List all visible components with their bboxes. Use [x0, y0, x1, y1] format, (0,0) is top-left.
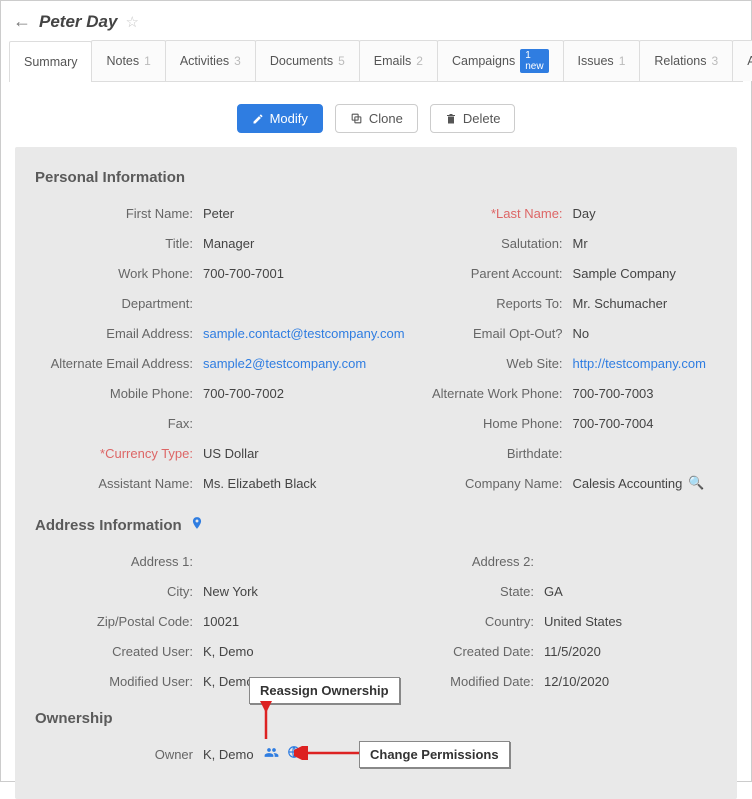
last-name-label: *Last Name:	[405, 206, 573, 221]
zip-value: 10021	[203, 614, 239, 629]
zip-label: Zip/Postal Code:	[35, 614, 203, 629]
tab-documents[interactable]: Documents5	[255, 40, 360, 81]
email-label: Email Address:	[35, 326, 203, 341]
tab-relations[interactable]: Relations3	[639, 40, 733, 81]
state-label: State:	[376, 584, 544, 599]
mobile-value: 700-700-7002	[203, 386, 284, 401]
address1-label: Address 1:	[35, 554, 203, 569]
arrow-reassign-icon	[256, 701, 276, 746]
work-phone-label: Work Phone:	[35, 266, 203, 281]
pencil-icon	[252, 113, 264, 125]
parent-account-value: Sample Company	[573, 266, 676, 281]
email-value[interactable]: sample.contact@testcompany.com	[203, 326, 405, 341]
owner-value: K, Demo	[203, 747, 254, 762]
tab-all[interactable]: All	[732, 40, 752, 81]
fax-label: Fax:	[35, 416, 203, 431]
created-user-label: Created User:	[35, 644, 203, 659]
callout-permissions: Change Permissions	[359, 741, 510, 768]
work-phone-value: 700-700-7001	[203, 266, 284, 281]
arrow-permissions-icon	[294, 746, 364, 760]
copy-icon	[350, 112, 363, 125]
home-phone-label: Home Phone:	[405, 416, 573, 431]
reports-to-label: Reports To:	[405, 296, 573, 311]
company-search-icon[interactable]: 🔍	[688, 475, 704, 491]
first-name-value: Peter	[203, 206, 234, 221]
modified-user-label: Modified User:	[35, 674, 203, 689]
tab-notes[interactable]: Notes1	[91, 40, 165, 81]
tab-emails[interactable]: Emails2	[359, 40, 438, 81]
reports-to-value: Mr. Schumacher	[573, 296, 668, 311]
callout-reassign: Reassign Ownership	[249, 677, 400, 704]
company-value: Calesis Accounting	[573, 476, 683, 491]
alt-email-label: Alternate Email Address:	[35, 356, 203, 371]
page-title: Peter Day	[39, 12, 117, 32]
clone-button[interactable]: Clone	[335, 104, 418, 133]
tab-summary[interactable]: Summary	[9, 41, 92, 82]
section-personal-title: Personal Information	[35, 169, 717, 186]
title-label: Title:	[35, 236, 203, 251]
modify-button[interactable]: Modify	[237, 104, 323, 133]
birthdate-label: Birthdate:	[405, 446, 573, 461]
address2-label: Address 2:	[376, 554, 544, 569]
home-phone-value: 700-700-7004	[573, 416, 654, 431]
first-name-label: First Name:	[35, 206, 203, 221]
created-user-value: K, Demo	[203, 644, 254, 659]
mobile-label: Mobile Phone:	[35, 386, 203, 401]
created-date-value: 11/5/2020	[544, 644, 601, 659]
city-label: City:	[35, 584, 203, 599]
last-name-value: Day	[573, 206, 596, 221]
alt-work-phone-label: Alternate Work Phone:	[405, 386, 573, 401]
alt-work-phone-value: 700-700-7003	[573, 386, 654, 401]
parent-account-label: Parent Account:	[405, 266, 573, 281]
currency-value: US Dollar	[203, 446, 259, 461]
created-date-label: Created Date:	[376, 644, 544, 659]
state-value: GA	[544, 584, 563, 599]
department-label: Department:	[35, 296, 203, 311]
website-label: Web Site:	[405, 356, 573, 371]
owner-label: Owner	[35, 747, 203, 762]
modified-date-label: Modified Date:	[376, 674, 544, 689]
action-bar: Modify Clone Delete	[1, 82, 751, 147]
tab-campaigns[interactable]: Campaigns1 new	[437, 40, 564, 81]
city-value: New York	[203, 584, 258, 599]
favorite-star-icon[interactable]: ☆	[125, 13, 138, 31]
website-value[interactable]: http://testcompany.com	[573, 356, 706, 371]
section-ownership-title: Ownership	[35, 710, 717, 727]
tab-activities[interactable]: Activities3	[165, 40, 256, 81]
reassign-ownership-icon[interactable]	[264, 745, 279, 763]
assistant-label: Assistant Name:	[35, 476, 203, 491]
country-value: United States	[544, 614, 622, 629]
currency-label: *Currency Type:	[35, 446, 203, 461]
map-pin-icon[interactable]	[190, 516, 204, 534]
company-label: Company Name:	[405, 476, 573, 491]
assistant-value: Ms. Elizabeth Black	[203, 476, 316, 491]
modified-date-value: 12/10/2020	[544, 674, 609, 689]
delete-button[interactable]: Delete	[430, 104, 516, 133]
modified-user-value: K, Demo	[203, 674, 254, 689]
salutation-value: Mr	[573, 236, 588, 251]
email-optout-value: No	[573, 326, 590, 341]
trash-icon	[445, 113, 457, 125]
salutation-label: Salutation:	[405, 236, 573, 251]
section-address-title: Address Information	[35, 517, 182, 534]
tab-issues[interactable]: Issues1	[563, 40, 641, 81]
country-label: Country:	[376, 614, 544, 629]
back-arrow-icon[interactable]: ←	[13, 11, 31, 32]
email-optout-label: Email Opt-Out?	[405, 326, 573, 341]
alt-email-value[interactable]: sample2@testcompany.com	[203, 356, 366, 371]
tab-bar: Summary Notes1 Activities3 Documents5 Em…	[9, 40, 743, 82]
title-value: Manager	[203, 236, 254, 251]
